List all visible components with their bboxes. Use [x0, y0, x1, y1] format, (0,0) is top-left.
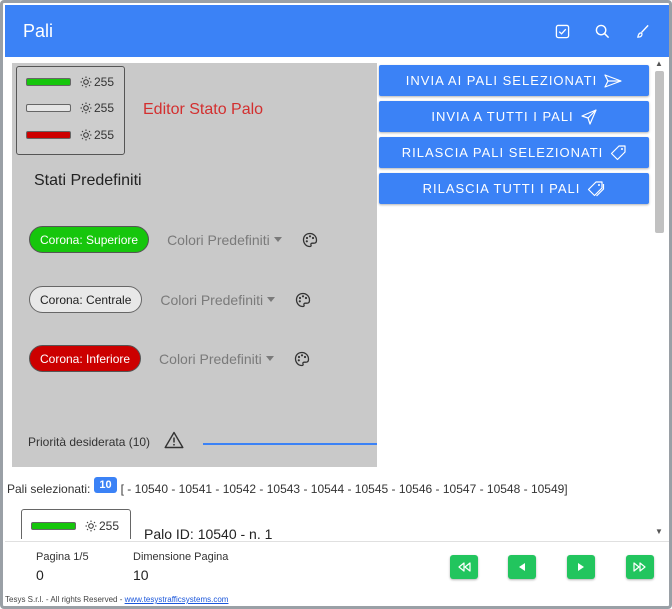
brightness-icon: [80, 76, 92, 88]
pole-state-editor: 255 255 255 Editor Stato Palo Stati Pred…: [12, 63, 377, 467]
action-buttons: INVIA AI PALI SELEZIONATI INVIA A TUTTI …: [379, 65, 649, 209]
first-page-button[interactable]: [450, 555, 478, 579]
main-content: 255 255 255 Editor Stato Palo Stati Pred…: [5, 57, 669, 539]
page-label: Pagina 1/5: [36, 551, 89, 563]
check-square-icon[interactable]: [551, 20, 573, 42]
status-row-top: 255: [26, 75, 114, 89]
preset-chip-bottom[interactable]: Corona: Inferiore: [29, 345, 142, 372]
priority-label: Priorità desiderata (10): [28, 434, 151, 449]
prev-page-icon: [519, 563, 525, 571]
pole-card[interactable]: 255: [21, 509, 131, 539]
release-selected-button[interactable]: RILASCIA PALI SELEZIONATI: [379, 137, 649, 168]
editor-title: Editor Stato Palo: [143, 101, 264, 118]
scrollbar-thumb[interactable]: [655, 71, 664, 233]
light-bar-middle: [26, 104, 71, 112]
page-size-value[interactable]: 10: [133, 567, 149, 583]
light-bar-top: [26, 78, 71, 86]
selected-label: Pali selezionati:: [7, 482, 91, 496]
tag-icon: [610, 144, 626, 161]
last-page-button[interactable]: [626, 555, 654, 579]
selected-count-badge: 10: [94, 477, 117, 493]
pole-light-bar: [31, 522, 76, 530]
brightness-value: 255: [94, 101, 115, 115]
status-row-bottom: 255: [26, 128, 114, 142]
pole-status-card[interactable]: 255 255 255: [16, 66, 125, 155]
selected-poles: Pali selezionati: 10 [ - 10540 - 10541 -…: [7, 477, 568, 497]
preset-row-bottom: Corona: Inferiore Colori Predefiniti: [29, 345, 310, 372]
copyright: Tesys S.r.l. - All rights Reserved - www…: [5, 595, 229, 604]
last-page-icon: [633, 562, 646, 572]
palette-icon[interactable]: [294, 351, 310, 367]
app-window: Pali 255 255 255 Editor Stato Palo Stati…: [0, 0, 672, 609]
brightness-value: 255: [94, 128, 115, 142]
paper-plane-icon: [581, 108, 597, 125]
preset-row-middle: Corona: Centrale Colori Predefiniti: [29, 286, 311, 313]
brightness-icon: [80, 102, 92, 114]
priority-row: Priorità desiderata (10): [28, 431, 184, 452]
scroll-down-icon[interactable]: ▼: [653, 527, 665, 537]
company-link[interactable]: www.tesystrafficsystems.com: [125, 595, 229, 604]
next-page-button[interactable]: [567, 555, 595, 579]
status-row-middle: 255: [26, 101, 114, 115]
brightness-icon: [85, 520, 97, 532]
scroll-up-icon[interactable]: ▲: [653, 59, 665, 69]
chevron-down-icon: [265, 356, 274, 361]
preset-chip-middle[interactable]: Corona: Centrale: [29, 286, 143, 313]
palette-icon[interactable]: [295, 292, 311, 308]
tags-icon: [587, 180, 605, 197]
priority-slider[interactable]: [203, 443, 377, 445]
brush-icon[interactable]: [631, 20, 653, 42]
next-page-icon: [578, 563, 584, 571]
light-bar-bottom: [26, 131, 71, 139]
preset-colors-dropdown[interactable]: Colori Predefiniti: [167, 232, 282, 248]
vertical-scrollbar[interactable]: ▲ ▼: [653, 57, 665, 539]
page-value[interactable]: 0: [36, 567, 44, 583]
brightness-value: 255: [94, 75, 115, 89]
send-selected-button[interactable]: INVIA AI PALI SELEZIONATI: [379, 65, 649, 96]
palette-icon[interactable]: [302, 232, 318, 248]
send-icon: [604, 73, 622, 88]
send-all-button[interactable]: INVIA A TUTTI I PALI: [379, 101, 649, 132]
chevron-down-icon: [273, 237, 282, 242]
preset-colors-dropdown[interactable]: Colori Predefiniti: [160, 292, 276, 308]
page-size-label: Dimensione Pagina: [133, 551, 229, 563]
prev-page-button[interactable]: [508, 555, 536, 579]
page-title: Pali: [23, 20, 54, 41]
release-all-button[interactable]: RILASCIA TUTTI I PALI: [379, 173, 649, 204]
search-icon[interactable]: [591, 20, 613, 42]
pole-id-label: Palo ID: 10540 - n. 1: [144, 526, 273, 539]
presets-title: Stati Predefiniti: [34, 172, 142, 189]
chevron-down-icon: [267, 297, 276, 302]
warning-icon: [164, 431, 184, 452]
preset-chip-top[interactable]: Corona: Superiore: [29, 226, 150, 253]
selected-list: [ - 10540 - 10541 - 10542 - 10543 - 1054…: [120, 482, 568, 496]
brightness-icon: [80, 129, 92, 141]
preset-row-top: Corona: Superiore Colori Predefiniti: [29, 226, 318, 253]
brightness-value: 255: [99, 519, 120, 533]
preset-colors-dropdown[interactable]: Colori Predefiniti: [159, 351, 274, 367]
first-page-icon: [458, 562, 471, 572]
pagination-footer: Pagina 1/5 0 Dimensione Pagina 10: [5, 541, 669, 593]
app-bar: Pali: [5, 5, 669, 57]
